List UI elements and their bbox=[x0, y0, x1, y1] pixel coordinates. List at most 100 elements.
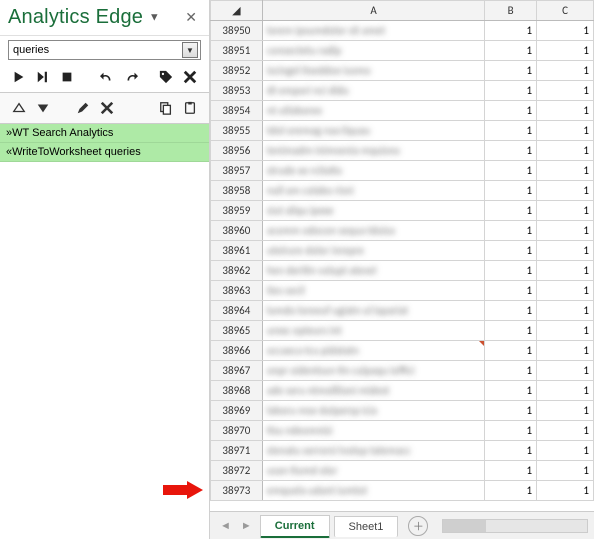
grid[interactable]: ◢ A B C 38950lorem ipsumdolor sit amet11… bbox=[210, 0, 594, 501]
table-row[interactable]: 38961uteirure dolor inrepre11 bbox=[211, 241, 594, 261]
row-header[interactable]: 38971 bbox=[211, 441, 263, 461]
table-row[interactable]: 38964lumdo loreeuf ugiatn ul lapariat11 bbox=[211, 301, 594, 321]
task-item-search-analytics[interactable]: »WT Search Analytics bbox=[0, 124, 209, 143]
table-row[interactable]: 38966occaeca tcu pidatatn11 bbox=[211, 341, 594, 361]
table-row[interactable]: 38967onpr oidentsun tin culpaqu ioffici1… bbox=[211, 361, 594, 381]
cell-b[interactable]: 1 bbox=[485, 321, 537, 341]
cell-a[interactable]: onpr oidentsun tin culpaqu ioffici bbox=[262, 361, 485, 381]
row-header[interactable]: 38965 bbox=[211, 321, 263, 341]
cell-a[interactable]: urexc epteurs int bbox=[262, 321, 485, 341]
task-item-write-worksheet[interactable]: «WriteToWorksheet queries bbox=[0, 143, 209, 162]
move-up-button[interactable] bbox=[8, 97, 30, 119]
table-row[interactable]: 38963ites secil11 bbox=[211, 281, 594, 301]
step-button[interactable] bbox=[32, 66, 54, 88]
cell-a[interactable]: consectetu radip bbox=[262, 41, 485, 61]
cell-c[interactable]: 1 bbox=[537, 481, 594, 501]
row-header[interactable]: 38964 bbox=[211, 301, 263, 321]
row-header[interactable]: 38970 bbox=[211, 421, 263, 441]
cell-b[interactable]: 1 bbox=[485, 261, 537, 281]
cell-c[interactable]: 1 bbox=[537, 141, 594, 161]
cell-b[interactable]: 1 bbox=[485, 301, 537, 321]
row-header[interactable]: 38952 bbox=[211, 61, 263, 81]
table-row[interactable]: 38958null am colabo risni11 bbox=[211, 181, 594, 201]
table-row[interactable]: 38957strude xe rcitatio11 bbox=[211, 161, 594, 181]
row-header[interactable]: 38967 bbox=[211, 361, 263, 381]
row-header[interactable]: 38968 bbox=[211, 381, 263, 401]
col-header-b[interactable]: B bbox=[485, 1, 537, 21]
cell-b[interactable]: 1 bbox=[485, 41, 537, 61]
table-row[interactable]: 38965urexc epteurs int11 bbox=[211, 321, 594, 341]
table-row[interactable]: 38971stenatu serrorsi tvolup tatemacc11 bbox=[211, 441, 594, 461]
table-row[interactable]: 38956tenimadm inimvenia mquisno11 bbox=[211, 141, 594, 161]
cell-c[interactable]: 1 bbox=[537, 101, 594, 121]
cell-a[interactable]: dt empori nci didu bbox=[262, 81, 485, 101]
cell-b[interactable]: 1 bbox=[485, 481, 537, 501]
row-header[interactable]: 38966 bbox=[211, 341, 263, 361]
row-header[interactable]: 38954 bbox=[211, 101, 263, 121]
select-all-corner[interactable]: ◢ bbox=[211, 1, 263, 21]
row-header[interactable]: 38951 bbox=[211, 41, 263, 61]
cell-a[interactable]: strude xe rcitatio bbox=[262, 161, 485, 181]
cell-b[interactable]: 1 bbox=[485, 161, 537, 181]
cell-a[interactable]: tisu ndeomnisi bbox=[262, 421, 485, 441]
row-header[interactable]: 38962 bbox=[211, 261, 263, 281]
table-row[interactable]: 38970tisu ndeomnisi11 bbox=[211, 421, 594, 441]
add-sheet-button[interactable]: ＋ bbox=[408, 516, 428, 536]
cell-c[interactable]: 1 bbox=[537, 301, 594, 321]
cell-c[interactable]: 1 bbox=[537, 381, 594, 401]
cell-b[interactable]: 1 bbox=[485, 241, 537, 261]
cell-c[interactable]: 1 bbox=[537, 181, 594, 201]
cell-c[interactable]: 1 bbox=[537, 321, 594, 341]
cell-c[interactable]: 1 bbox=[537, 421, 594, 441]
tab-nav-next[interactable]: ► bbox=[237, 518, 256, 534]
cell-a[interactable]: ites secil bbox=[262, 281, 485, 301]
table-row[interactable]: 38950lorem ipsumdolor sit amet11 bbox=[211, 21, 594, 41]
row-header[interactable]: 38969 bbox=[211, 401, 263, 421]
redo-button[interactable] bbox=[120, 66, 142, 88]
cell-c[interactable]: 1 bbox=[537, 221, 594, 241]
row-header[interactable]: 38956 bbox=[211, 141, 263, 161]
cell-c[interactable]: 1 bbox=[537, 441, 594, 461]
table-row[interactable]: 38954nt utlaboree11 bbox=[211, 101, 594, 121]
cell-a[interactable]: siut aliqu ipexe bbox=[262, 201, 485, 221]
cell-b[interactable]: 1 bbox=[485, 361, 537, 381]
cell-c[interactable]: 1 bbox=[537, 41, 594, 61]
table-row[interactable]: 38962hen deritin volupt atevel11 bbox=[211, 261, 594, 281]
cell-b[interactable]: 1 bbox=[485, 221, 537, 241]
col-header-c[interactable]: C bbox=[537, 1, 594, 21]
row-header[interactable]: 38950 bbox=[211, 21, 263, 41]
tab-nav-prev[interactable]: ◄ bbox=[216, 518, 235, 534]
cell-c[interactable]: 1 bbox=[537, 341, 594, 361]
cell-b[interactable]: 1 bbox=[485, 201, 537, 221]
table-row[interactable]: 38968ade seru ntmollitani midest11 bbox=[211, 381, 594, 401]
cell-a[interactable]: emquela udant iumtot bbox=[262, 481, 485, 501]
cell-b[interactable]: 1 bbox=[485, 381, 537, 401]
cell-a[interactable]: tdol oremag naa liquau bbox=[262, 121, 485, 141]
table-row[interactable]: 38969laboru mse dutpersp icia11 bbox=[211, 401, 594, 421]
row-header[interactable]: 38960 bbox=[211, 221, 263, 241]
delete-button[interactable] bbox=[96, 97, 118, 119]
cell-a[interactable]: ade seru ntmollitani midest bbox=[262, 381, 485, 401]
cell-b[interactable]: 1 bbox=[485, 81, 537, 101]
cell-a[interactable]: stenatu serrorsi tvolup tatemacc bbox=[262, 441, 485, 461]
stop-button[interactable] bbox=[56, 66, 78, 88]
cell-a[interactable]: usan tiumd olor bbox=[262, 461, 485, 481]
chevron-down-icon[interactable]: ▼ bbox=[182, 42, 198, 58]
tab-current[interactable]: Current bbox=[260, 515, 330, 538]
table-row[interactable]: 38959siut aliqu ipexe11 bbox=[211, 201, 594, 221]
cell-b[interactable]: 1 bbox=[485, 21, 537, 41]
cell-c[interactable]: 1 bbox=[537, 21, 594, 41]
cell-b[interactable]: 1 bbox=[485, 61, 537, 81]
cell-a[interactable]: null am colabo risni bbox=[262, 181, 485, 201]
cell-a[interactable]: iscingel itseddoe iusmo bbox=[262, 61, 485, 81]
cell-b[interactable]: 1 bbox=[485, 461, 537, 481]
pane-title-dropdown-icon[interactable]: ▼ bbox=[149, 12, 160, 24]
cell-c[interactable]: 1 bbox=[537, 61, 594, 81]
pane-close-button[interactable]: ✕ bbox=[181, 7, 201, 28]
cell-a[interactable]: lorem ipsumdolor sit amet bbox=[262, 21, 485, 41]
cell-c[interactable]: 1 bbox=[537, 121, 594, 141]
row-header[interactable]: 38953 bbox=[211, 81, 263, 101]
tag-button[interactable] bbox=[155, 66, 177, 88]
row-header[interactable]: 38973 bbox=[211, 481, 263, 501]
cell-c[interactable]: 1 bbox=[537, 401, 594, 421]
